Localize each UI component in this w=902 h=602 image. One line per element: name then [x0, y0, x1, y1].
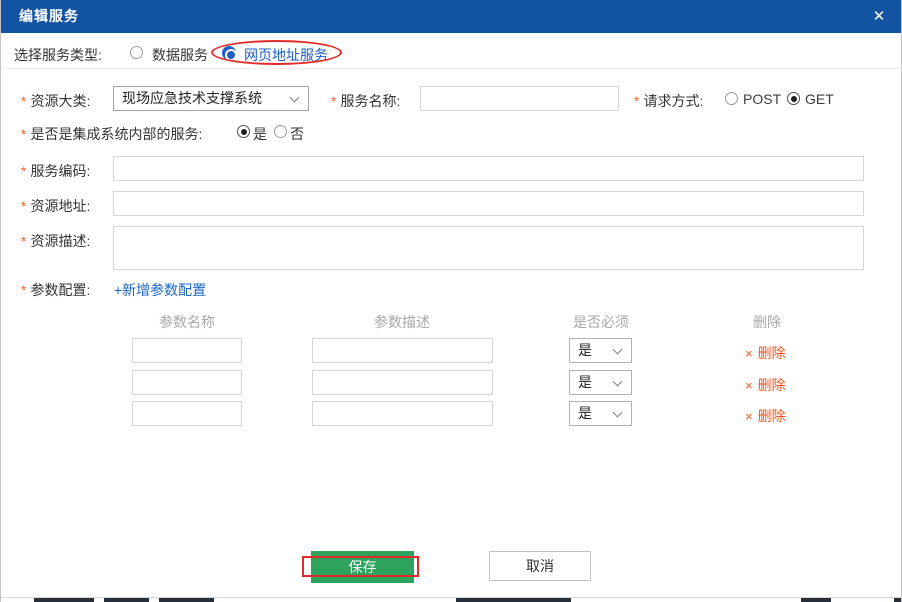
param-desc-input[interactable]: [312, 370, 493, 395]
close-icon[interactable]: ✕: [865, 0, 893, 33]
internal-service-label: *是否是集成系统内部的服务:: [21, 124, 202, 144]
radio-no[interactable]: [274, 125, 287, 138]
resource-category-value: 现场应急技术支撑系统: [122, 87, 262, 110]
service-code-label: *服务编码:: [21, 161, 90, 181]
param-required-select[interactable]: 是: [569, 401, 632, 426]
resource-description-textarea[interactable]: [113, 226, 864, 270]
resource-description-label: *资源描述:: [21, 231, 90, 251]
dialog-title: 编辑服务: [19, 0, 79, 33]
param-required-value: 是: [578, 339, 592, 362]
chevron-down-icon: [613, 408, 623, 418]
radio-data-service-label[interactable]: 数据服务: [152, 45, 208, 65]
service-name-label: *服务名称:: [331, 91, 400, 111]
required-marker: *: [21, 198, 26, 214]
edit-service-dialog: 编辑服务 ✕ 选择服务类型: 数据服务 网页地址服务 *资源大类: 现场应急技术…: [0, 0, 902, 602]
delete-row-link[interactable]: ×删除: [745, 375, 786, 395]
radio-post[interactable]: [725, 92, 738, 105]
radio-post-label[interactable]: POST: [743, 91, 781, 107]
dialog-titlebar: 编辑服务 ✕: [1, 0, 902, 33]
background-page-sliver: [104, 598, 149, 602]
delete-x-icon: ×: [745, 378, 753, 393]
background-page-sliver: [34, 598, 94, 602]
param-required-select[interactable]: 是: [569, 338, 632, 363]
chevron-down-icon: [613, 345, 623, 355]
background-page-sliver: [894, 598, 902, 602]
resource-category-label: *资源大类:: [21, 91, 90, 111]
radio-yes-label[interactable]: 是: [253, 124, 267, 144]
param-config-label: *参数配置:: [21, 280, 90, 300]
required-marker: *: [634, 93, 639, 109]
param-name-input[interactable]: [132, 401, 242, 426]
param-required-header: 是否必须: [541, 312, 661, 332]
save-button[interactable]: 保存: [311, 551, 414, 583]
radio-get[interactable]: [787, 92, 800, 105]
required-marker: *: [21, 282, 26, 298]
resource-category-select[interactable]: 现场应急技术支撑系统: [113, 86, 309, 111]
param-name-input[interactable]: [132, 338, 242, 363]
param-name-header: 参数名称: [127, 312, 247, 332]
radio-data-service[interactable]: [130, 46, 143, 59]
required-marker: *: [331, 93, 336, 109]
radio-no-label[interactable]: 否: [290, 124, 304, 144]
chevron-down-icon: [613, 377, 623, 387]
radio-yes[interactable]: [237, 125, 250, 138]
delete-x-icon: ×: [745, 346, 753, 361]
background-page-sliver: [159, 598, 214, 602]
resource-address-input[interactable]: [113, 191, 864, 216]
cancel-button[interactable]: 取消: [489, 551, 591, 581]
required-marker: *: [21, 233, 26, 249]
background-page-sliver: [456, 598, 571, 602]
divider: [1, 68, 902, 69]
param-desc-input[interactable]: [312, 401, 493, 426]
param-required-value: 是: [578, 371, 592, 394]
param-delete-header: 删除: [707, 312, 827, 332]
request-method-label: *请求方式:: [634, 91, 703, 111]
param-name-input[interactable]: [132, 370, 242, 395]
resource-address-label: *资源地址:: [21, 196, 90, 216]
radio-get-label[interactable]: GET: [805, 91, 834, 107]
param-required-select[interactable]: 是: [569, 370, 632, 395]
delete-row-link[interactable]: ×删除: [745, 343, 786, 363]
background-page-sliver: [801, 598, 831, 602]
required-marker: *: [21, 163, 26, 179]
param-desc-input[interactable]: [312, 338, 493, 363]
chevron-down-icon: [290, 93, 300, 103]
delete-row-link[interactable]: ×删除: [745, 406, 786, 426]
param-desc-header: 参数描述: [342, 312, 462, 332]
service-code-input[interactable]: [113, 156, 864, 181]
radio-webpage-service-label[interactable]: 网页地址服务: [244, 45, 328, 65]
required-marker: *: [21, 126, 26, 142]
service-type-label: 选择服务类型:: [14, 45, 102, 65]
radio-webpage-service[interactable]: [222, 46, 236, 60]
service-name-input[interactable]: [420, 86, 619, 111]
required-marker: *: [21, 93, 26, 109]
delete-x-icon: ×: [745, 409, 753, 424]
param-required-value: 是: [578, 402, 592, 425]
add-param-config-link[interactable]: +新增参数配置: [114, 280, 206, 300]
